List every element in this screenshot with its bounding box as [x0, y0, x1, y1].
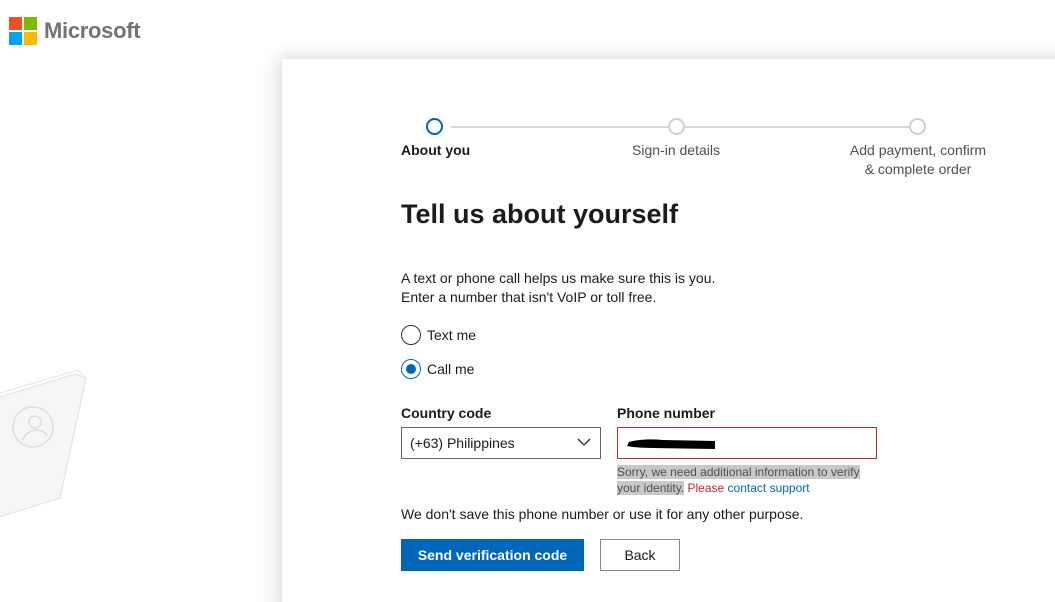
signup-card: About you Sign-in details Add payment, c…	[282, 59, 1055, 602]
step-label-about-you: About you	[401, 142, 471, 158]
phone-error-message: Sorry, we need additional information to…	[617, 464, 877, 496]
privacy-note: We don't save this phone number or use i…	[401, 506, 804, 522]
radio-label-call-me: Call me	[427, 361, 475, 377]
signup-page: Microsoft About you Sign-in details Add …	[0, 0, 1055, 602]
description-line: A text or phone call helps us make sure …	[401, 270, 716, 286]
country-code-label: Country code	[401, 405, 492, 421]
radio-call-me[interactable]: Call me	[401, 359, 474, 379]
redaction-mark	[627, 439, 715, 449]
step-label-payment-line2: & complete order	[864, 161, 972, 177]
radio-label-text-me: Text me	[427, 327, 477, 343]
phone-number-label: Phone number	[617, 405, 716, 421]
form-description: A text or phone call helps us make sure …	[401, 269, 715, 307]
phone-number-input[interactable]	[617, 427, 877, 459]
microsoft-logo[interactable]: Microsoft	[9, 17, 141, 45]
chevron-down-icon	[577, 438, 591, 446]
contact-support-link[interactable]: contact support	[728, 481, 810, 495]
description-line: Enter a number that isn't VoIP or toll f…	[401, 289, 657, 305]
stepper-connector	[684, 126, 909, 128]
step-indicator-sign-in-details	[668, 118, 685, 135]
microsoft-logo-icon	[9, 17, 37, 45]
radio-text-me[interactable]: Text me	[401, 325, 476, 345]
step-label-payment-line1: Add payment, confirm	[849, 142, 987, 158]
country-code-select[interactable]: (+63) Philippines	[401, 427, 601, 459]
error-action-text: Please	[687, 481, 725, 495]
radio-button-icon[interactable]	[401, 325, 421, 345]
stepper-connector	[451, 126, 668, 128]
step-label-sign-in-details: Sign-in details	[632, 142, 720, 158]
step-indicator-payment	[909, 118, 926, 135]
id-card-illustration-icon	[0, 370, 87, 518]
page-title: Tell us about yourself	[401, 199, 679, 229]
back-button[interactable]: Back	[600, 539, 680, 571]
country-code-value: (+63) Philippines	[410, 435, 515, 451]
radio-button-checked-icon[interactable]	[401, 359, 421, 379]
send-verification-code-button[interactable]: Send verification code	[401, 539, 584, 571]
brand-name: Microsoft	[44, 18, 141, 43]
step-label-payment: Add payment, confirm & complete order	[838, 141, 998, 179]
step-indicator-about-you	[426, 118, 443, 135]
